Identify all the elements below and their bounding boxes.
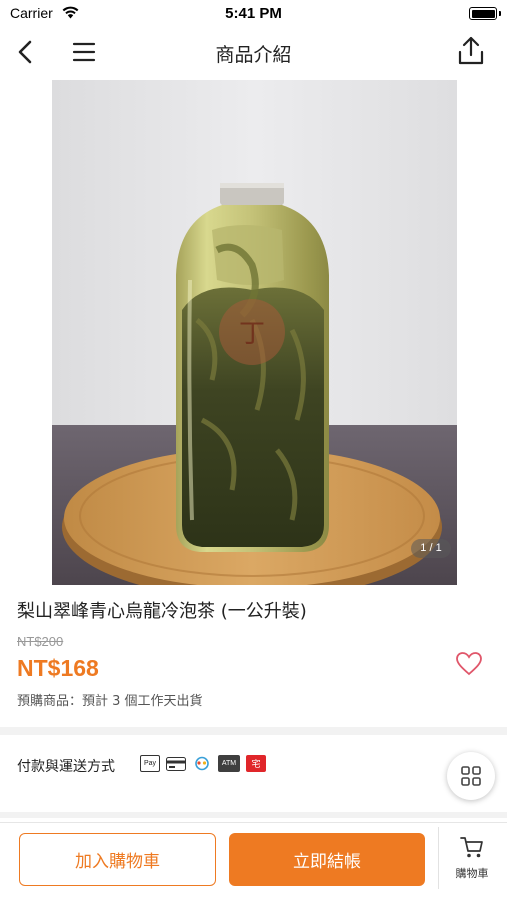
bottom-action-bar: 加入購物車 立即結帳 購物車 (0, 822, 507, 900)
category-grid-button[interactable] (447, 752, 495, 800)
heart-icon[interactable] (455, 651, 483, 677)
tea-bottle-photo: 丁 (52, 80, 457, 585)
preorder-note: 預購商品：預計 3 個工作天出貨 (17, 694, 203, 709)
shopping-cart-icon (460, 837, 483, 858)
page-title: 商品介紹 (215, 44, 292, 66)
product-title: 梨山翠峰青心烏龍冷泡茶 (一公升裝) (17, 601, 307, 622)
home-delivery-icon: 宅 (246, 755, 266, 772)
sale-price: NT$168 (17, 655, 99, 681)
svg-text:丁: 丁 (239, 319, 265, 349)
credit-card-icon (166, 755, 186, 772)
atm-icon: ATM (218, 755, 240, 772)
grid-icon (461, 766, 481, 786)
add-to-cart-button[interactable]: 加入購物車 (19, 833, 216, 886)
navigation-bar: 商品介紹 (0, 28, 507, 76)
original-price: NT$200 (17, 634, 64, 649)
product-image[interactable]: 丁 1 / 1 (52, 80, 457, 585)
checkout-button[interactable]: 立即結帳 (229, 833, 425, 886)
status-bar: Carrier 5:41 PM (0, 0, 507, 28)
status-time: 5:41 PM (225, 5, 282, 22)
share-icon[interactable] (455, 34, 487, 68)
vertical-divider (438, 827, 439, 889)
payment-methods: Pay ATM 宅 (140, 755, 266, 772)
cart-tab[interactable]: 購物車 (442, 835, 502, 887)
cart-tab-label: 購物車 (455, 867, 489, 880)
line-pay-icon (192, 755, 212, 772)
battery-tip (499, 11, 501, 16)
payment-shipping-label[interactable]: 付款與運送方式 (17, 756, 115, 776)
apple-pay-icon: Pay (140, 755, 160, 772)
section-divider (0, 812, 507, 818)
battery-icon (469, 7, 497, 20)
section-divider (0, 727, 507, 735)
image-counter: 1 / 1 (411, 539, 451, 558)
